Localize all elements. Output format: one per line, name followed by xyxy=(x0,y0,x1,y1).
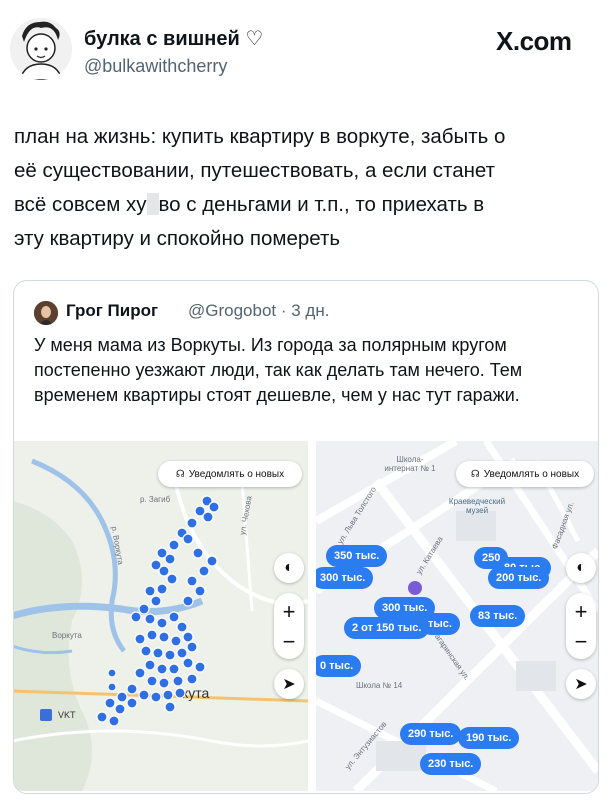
zoom-out-icon[interactable]: − xyxy=(566,631,596,653)
price-marker[interactable]: 2 от 150 тыс. xyxy=(344,617,430,639)
price-marker[interactable]: 290 тыс. xyxy=(400,723,462,745)
display-name[interactable]: булка с вишней ♡ xyxy=(84,26,263,51)
price-marker[interactable]: 83 тыс. xyxy=(470,605,526,627)
handle[interactable]: @bulkawithcherry xyxy=(84,56,227,77)
tweet-fragment: во с деньгами и т.п., то приехать в xyxy=(158,193,485,216)
locate-button[interactable]: ➤ xyxy=(566,669,596,699)
bell-icon: ☊ xyxy=(470,468,480,480)
map-label: Школа № 14 xyxy=(356,681,403,690)
price-marker[interactable]: 190 тыс. xyxy=(458,727,520,749)
quoted-handle-time[interactable]: @Grogobot · 3 дн. xyxy=(188,301,329,321)
brand-logo: X.com xyxy=(496,26,572,56)
tweet-fragment: всё совсем ху xyxy=(14,193,147,216)
notify-label: Уведомлять о новых xyxy=(188,468,285,480)
listing-clusters[interactable] xyxy=(13,441,308,791)
quoted-display-name[interactable]: Грог Пирог xyxy=(66,301,158,321)
censor-block xyxy=(146,193,159,215)
map-label: Краеведческий музей xyxy=(448,497,506,515)
draw-area-button[interactable]: ◐ xyxy=(274,553,304,583)
zoom-out-icon[interactable]: − xyxy=(274,631,304,653)
quoted-text: У меня мама из Воркуты. Из города за пол… xyxy=(34,335,523,405)
price-marker[interactable]: 300 тыс. xyxy=(316,567,374,589)
bell-icon: ☊ xyxy=(175,468,185,480)
price-marker[interactable]: 230 тыс. xyxy=(420,753,482,775)
quoted-avatar[interactable] xyxy=(34,301,58,325)
tweet-line: всё совсем ху во с деньгами и т.п., то пр… xyxy=(14,188,599,222)
zoom-in-icon[interactable]: + xyxy=(566,601,596,623)
avatar-drawing-icon xyxy=(10,18,72,80)
zoom-in-icon[interactable]: + xyxy=(274,601,304,623)
navigation-arrow-icon: ➤ xyxy=(574,676,588,693)
map-label: Школа-интернат № 1 xyxy=(384,455,436,473)
draw-icon: ◐ xyxy=(284,559,294,576)
tweet-line: план на жизнь: купить квартиру в воркуте… xyxy=(14,125,506,148)
portrait-icon xyxy=(34,301,58,325)
map-right[interactable]: Школа-интернат № 1 Краеведческий музей у… xyxy=(316,441,598,791)
draw-icon: ◐ xyxy=(576,559,586,576)
poi-icon xyxy=(408,581,422,595)
tweet-line: её существовании, путешествовать, а если… xyxy=(14,159,496,182)
notify-button[interactable]: ☊ Уведомлять о новых xyxy=(158,461,302,487)
price-marker[interactable]: 350 тыс. xyxy=(326,545,388,567)
tweet-text: план на жизнь: купить квартиру в воркуте… xyxy=(14,120,599,256)
price-marker[interactable]: 0 тыс. xyxy=(316,655,362,677)
price-marker[interactable]: тыс. xyxy=(420,613,460,635)
tweet-line: эту квартиру и спокойно помереть xyxy=(14,227,341,250)
locate-button[interactable]: ➤ xyxy=(274,669,304,699)
quoted-tweet[interactable]: Грог Пирог @Grogobot · 3 дн. У меня мама… xyxy=(13,280,599,794)
navigation-arrow-icon: ➤ xyxy=(282,676,296,693)
map-left[interactable]: р. Загиб р. Воркута Воркута ул. Чехова к… xyxy=(13,441,308,791)
notify-label: Уведомлять о новых xyxy=(483,468,580,480)
zoom-control[interactable]: + − xyxy=(274,593,304,659)
draw-area-button[interactable]: ◐ xyxy=(566,553,596,583)
notify-button[interactable]: ☊ Уведомлять о новых xyxy=(456,461,594,487)
avatar[interactable] xyxy=(10,18,72,80)
zoom-control[interactable]: + − xyxy=(566,593,596,659)
price-marker[interactable]: 200 тыс. xyxy=(488,567,550,589)
